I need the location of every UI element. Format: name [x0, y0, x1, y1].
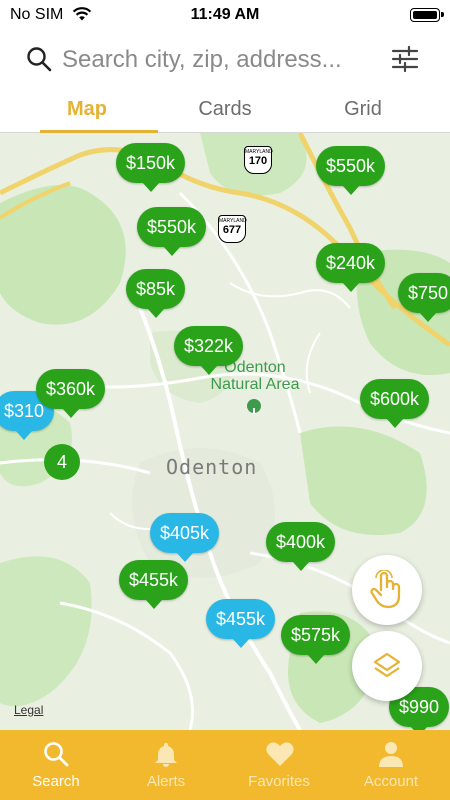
route-shield-number: 170: [248, 155, 268, 167]
price-pin[interactable]: $455k: [206, 599, 276, 648]
nav-search[interactable]: Search: [0, 730, 112, 800]
price-pin[interactable]: $750: [398, 273, 450, 322]
price-pin[interactable]: $575k: [281, 615, 351, 664]
person-icon: [379, 742, 403, 767]
draw-area-button[interactable]: [352, 555, 422, 625]
tab-map-label: Map: [67, 98, 107, 120]
price-pin[interactable]: $550k: [316, 146, 386, 195]
tab-grid-label: Grid: [344, 98, 382, 120]
bell-icon: [155, 743, 177, 767]
price-pin[interactable]: $455k: [119, 560, 189, 609]
map-view[interactable]: MARYLAND 170 MARYLAND 677 Odenton Natura…: [0, 133, 450, 730]
tab-cards[interactable]: Cards: [150, 88, 300, 132]
filter-sliders-icon[interactable]: [390, 44, 420, 79]
price-pin[interactable]: $85k: [126, 269, 186, 318]
nav-search-label: Search: [32, 773, 80, 790]
nav-alerts[interactable]: Alerts: [110, 730, 222, 800]
tab-grid[interactable]: Grid: [288, 88, 438, 132]
hand-pointer-icon: [370, 570, 401, 609]
price-pin[interactable]: $400k: [266, 522, 336, 571]
nav-alerts-label: Alerts: [146, 773, 186, 790]
tab-map[interactable]: Map: [12, 88, 162, 133]
view-tabs: Map Cards Grid: [0, 88, 450, 133]
map-layers-button[interactable]: [352, 631, 422, 701]
heart-icon: [266, 742, 294, 766]
price-pin[interactable]: $405k: [150, 513, 220, 562]
search-bar: [0, 32, 450, 88]
status-bar: No SIM 11:49 AM: [0, 0, 450, 32]
battery-icon: [410, 8, 444, 22]
clock: 11:49 AM: [190, 6, 260, 23]
route-shield-170: MARYLAND 170: [244, 146, 273, 174]
city-label: Odenton: [166, 455, 258, 479]
nav-account[interactable]: Account: [335, 730, 447, 800]
legal-link[interactable]: Legal: [14, 703, 43, 717]
nav-favorites[interactable]: Favorites: [223, 730, 335, 800]
price-pin[interactable]: $360k: [36, 369, 106, 418]
listing-cluster[interactable]: 4: [44, 444, 80, 480]
search-input[interactable]: [62, 44, 382, 76]
price-pin[interactable]: $600k: [360, 379, 430, 428]
price-pin[interactable]: $240k: [316, 243, 386, 292]
search-icon: [44, 742, 69, 767]
nav-favorites-label: Favorites: [248, 773, 310, 790]
price-pin[interactable]: $322k: [174, 326, 244, 375]
price-pin[interactable]: $150k: [116, 143, 186, 192]
price-pin[interactable]: $550k: [137, 207, 207, 256]
route-shield-number: 677: [222, 224, 242, 236]
layers-icon: [373, 652, 401, 678]
route-shield-677: MARYLAND 677: [218, 215, 247, 243]
tab-cards-label: Cards: [198, 98, 252, 120]
bottom-tab-bar: Search Alerts Favorites Account: [0, 730, 450, 800]
search-icon: [26, 46, 52, 77]
nav-account-label: Account: [363, 773, 419, 790]
